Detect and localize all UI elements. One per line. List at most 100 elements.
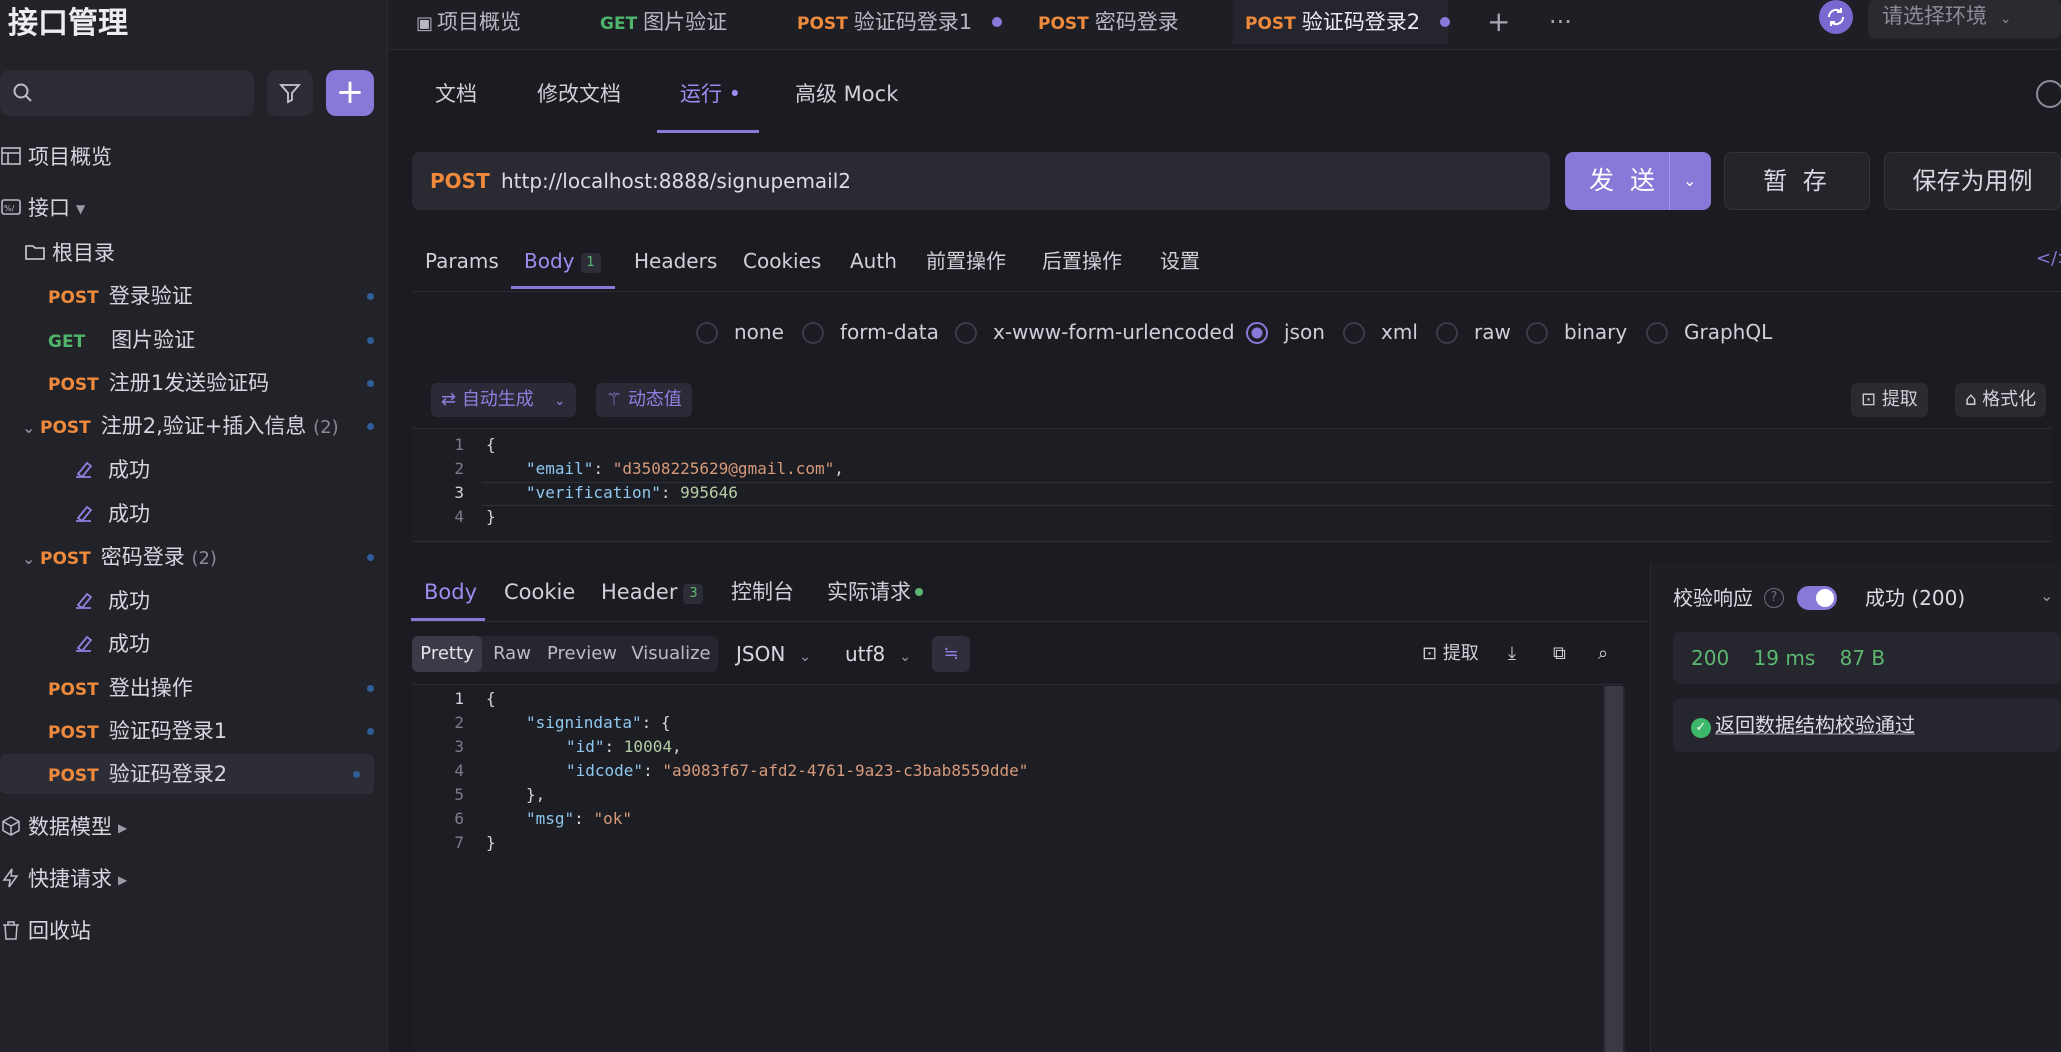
tab-actual-request[interactable]: 实际请求 xyxy=(827,572,923,612)
radio-raw[interactable]: raw xyxy=(1436,318,1511,346)
tab-get-image-verify[interactable]: GET 图片验证 xyxy=(600,0,727,44)
tab-edit-docs[interactable]: 修改文档 xyxy=(537,74,621,114)
history-icon[interactable] xyxy=(2036,80,2061,108)
sidebar-item-trash[interactable]: 回收站 xyxy=(0,911,388,951)
tab-response-header[interactable]: Header 3 xyxy=(601,572,704,612)
send-button[interactable]: 发 送 ⌄ xyxy=(1565,152,1711,210)
sidebar-item-api-endpoint[interactable]: GET 图片验证 xyxy=(48,320,388,360)
auto-generate-button[interactable]: ⇄ 自动生成 ⌄ xyxy=(431,383,576,417)
sidebar-item-api-endpoint[interactable]: ⌄ POST 密码登录 (2) xyxy=(22,537,388,577)
sidebar-item-api-endpoint[interactable]: POST 注册1发送验证码 xyxy=(48,363,388,403)
sidebar-item-label: 成功 xyxy=(108,458,150,482)
validation-result[interactable]: ✓ 返回数据结构校验通过 xyxy=(1673,698,2061,752)
chevron-down-icon[interactable]: ⌄ xyxy=(1683,152,1696,210)
sidebar-item-api-endpoint[interactable]: ⌄ POST 注册2,验证+插入信息 (2) xyxy=(22,406,388,446)
search-input[interactable] xyxy=(0,70,254,116)
sidebar-item-api[interactable]: %/ 接口 ▼ xyxy=(0,188,388,228)
request-body-editor[interactable]: 1 2 3 4 { "email": "d3508225629@gmail.co… xyxy=(412,428,2052,542)
copy-icon[interactable]: ⧉ xyxy=(1553,640,1566,668)
format-visualize[interactable]: Visualize xyxy=(626,636,716,672)
dynamic-value-button[interactable]: ⚚ 动态值 xyxy=(596,383,692,417)
radio-circle xyxy=(696,322,718,344)
sidebar-item-root-folder[interactable]: 根目录 xyxy=(24,233,388,273)
response-body-viewer[interactable]: 1 2 3 4 5 6 7 { "signindata": { "id": 10… xyxy=(412,684,1624,1052)
sidebar-item-case[interactable]: 成功 xyxy=(72,494,388,534)
sidebar-item-label: 快捷请求 xyxy=(28,867,112,891)
word-wrap-button[interactable]: ≒ xyxy=(932,636,970,672)
response-language-select[interactable]: JSON ⌄ xyxy=(736,636,811,675)
tab-post-request[interactable]: 后置操作 xyxy=(1042,243,1122,279)
tab-settings[interactable]: 设置 xyxy=(1160,243,1200,279)
extract-icon: ⊡ xyxy=(1861,389,1882,410)
tab-headers[interactable]: Headers xyxy=(634,243,717,279)
tab-pre-request[interactable]: 前置操作 xyxy=(926,243,1006,279)
tab-auth[interactable]: Auth xyxy=(850,243,897,279)
radio-graphql[interactable]: GraphQL xyxy=(1646,318,1772,346)
sidebar-item-data-model[interactable]: 数据模型 ▶ xyxy=(0,807,388,847)
chevron-down-icon[interactable]: ⌄ xyxy=(2040,586,2053,605)
code-icon[interactable]: </> xyxy=(2036,248,2061,269)
sidebar-item-label: 成功 xyxy=(108,502,150,526)
status-dot xyxy=(367,380,374,387)
radio-binary[interactable]: binary xyxy=(1526,318,1627,346)
tab-post-code-login-2[interactable]: POST 验证码登录2 xyxy=(1233,0,1451,44)
tab-cookies[interactable]: Cookies xyxy=(743,243,821,279)
sidebar-item-quick-request[interactable]: 快捷请求 ▶ xyxy=(0,859,388,899)
tab-response-cookie[interactable]: Cookie xyxy=(504,572,575,612)
validation-status-select[interactable]: 成功 (200) xyxy=(1865,582,1965,614)
sidebar-item-overview[interactable]: 项目概览 xyxy=(0,137,388,177)
save-as-case-button[interactable]: 保存为用例 xyxy=(1884,152,2061,210)
radio-x-www-form-urlencoded[interactable]: x-www-form-urlencoded xyxy=(955,318,1235,346)
code-line: }, xyxy=(526,785,546,804)
tab-post-password-login[interactable]: POST 密码登录 xyxy=(1038,0,1179,44)
format-pretty[interactable]: Pretty xyxy=(412,636,482,672)
tab-advanced-mock[interactable]: 高级 Mock xyxy=(795,74,898,114)
tab-docs[interactable]: 文档 xyxy=(435,74,477,114)
sidebar-item-api-endpoint-active[interactable]: POST 验证码登录2 xyxy=(0,754,374,794)
sync-icon[interactable] xyxy=(1819,0,1853,34)
scrollbar-thumb[interactable] xyxy=(1605,686,1623,1052)
sidebar-item-api-endpoint[interactable]: POST 验证码登录1 xyxy=(48,711,388,751)
validation-toggle[interactable] xyxy=(1797,586,1837,610)
new-tab-button[interactable]: + xyxy=(1487,0,1510,44)
sidebar-item-api-endpoint[interactable]: POST 登出操作 xyxy=(48,668,388,708)
response-encoding-select[interactable]: utf8 ⌄ xyxy=(845,636,911,675)
sidebar-item-case[interactable]: 成功 xyxy=(72,624,388,664)
response-extract-button[interactable]: ⊡ 提取 xyxy=(1422,640,1479,668)
radio-form-data[interactable]: form-data xyxy=(802,318,939,346)
request-method[interactable]: POST xyxy=(430,152,490,210)
extract-button[interactable]: ⊡ 提取 xyxy=(1851,383,1928,417)
tab-post-code-login-1[interactable]: POST 验证码登录1 xyxy=(797,0,1003,44)
sidebar-item-label: 接口 xyxy=(28,196,70,220)
sidebar-item-case[interactable]: 成功 xyxy=(72,450,388,490)
status-dot xyxy=(367,293,374,300)
sidebar-item-api-endpoint[interactable]: POST 登录验证 xyxy=(48,276,388,316)
environment-select[interactable]: 请选择环境 ⌄ xyxy=(1868,0,2061,38)
filter-button[interactable] xyxy=(267,70,313,116)
chevron-down-icon: ⌄ xyxy=(799,649,812,665)
radio-none[interactable]: none xyxy=(696,318,784,346)
help-icon[interactable]: ? xyxy=(1764,588,1784,608)
button-label: 动态值 xyxy=(627,389,682,410)
tab-run[interactable]: 运行 • xyxy=(680,74,741,114)
tab-body[interactable]: Body 1 xyxy=(524,243,601,279)
chevron-down-icon: ⌄ xyxy=(22,549,36,568)
radio-json[interactable]: json xyxy=(1246,318,1325,346)
tab-params[interactable]: Params xyxy=(425,243,499,279)
zoom-icon[interactable]: ⌕ xyxy=(1598,640,1608,668)
radio-xml[interactable]: xml xyxy=(1343,318,1418,346)
json-value: 995646 xyxy=(680,483,738,502)
add-button[interactable]: + xyxy=(326,70,374,116)
url-bar[interactable]: POST http://localhost:8888/signupemail2 xyxy=(412,152,1550,210)
download-icon[interactable]: ⤓ xyxy=(1508,640,1516,668)
url-input[interactable]: http://localhost:8888/signupemail2 xyxy=(501,152,851,210)
sidebar-item-case[interactable]: 成功 xyxy=(72,581,388,621)
format-raw[interactable]: Raw xyxy=(486,636,538,672)
save-draft-button[interactable]: 暂 存 xyxy=(1724,152,1870,210)
tab-response-body[interactable]: Body xyxy=(424,572,477,612)
format-button[interactable]: ⌂ 格式化 xyxy=(1955,383,2047,417)
tab-console[interactable]: 控制台 xyxy=(731,572,794,612)
tab-overview[interactable]: ▣ 项目概览 xyxy=(416,0,521,44)
format-preview[interactable]: Preview xyxy=(542,636,622,672)
more-tabs-button[interactable]: ··· xyxy=(1549,0,1572,44)
